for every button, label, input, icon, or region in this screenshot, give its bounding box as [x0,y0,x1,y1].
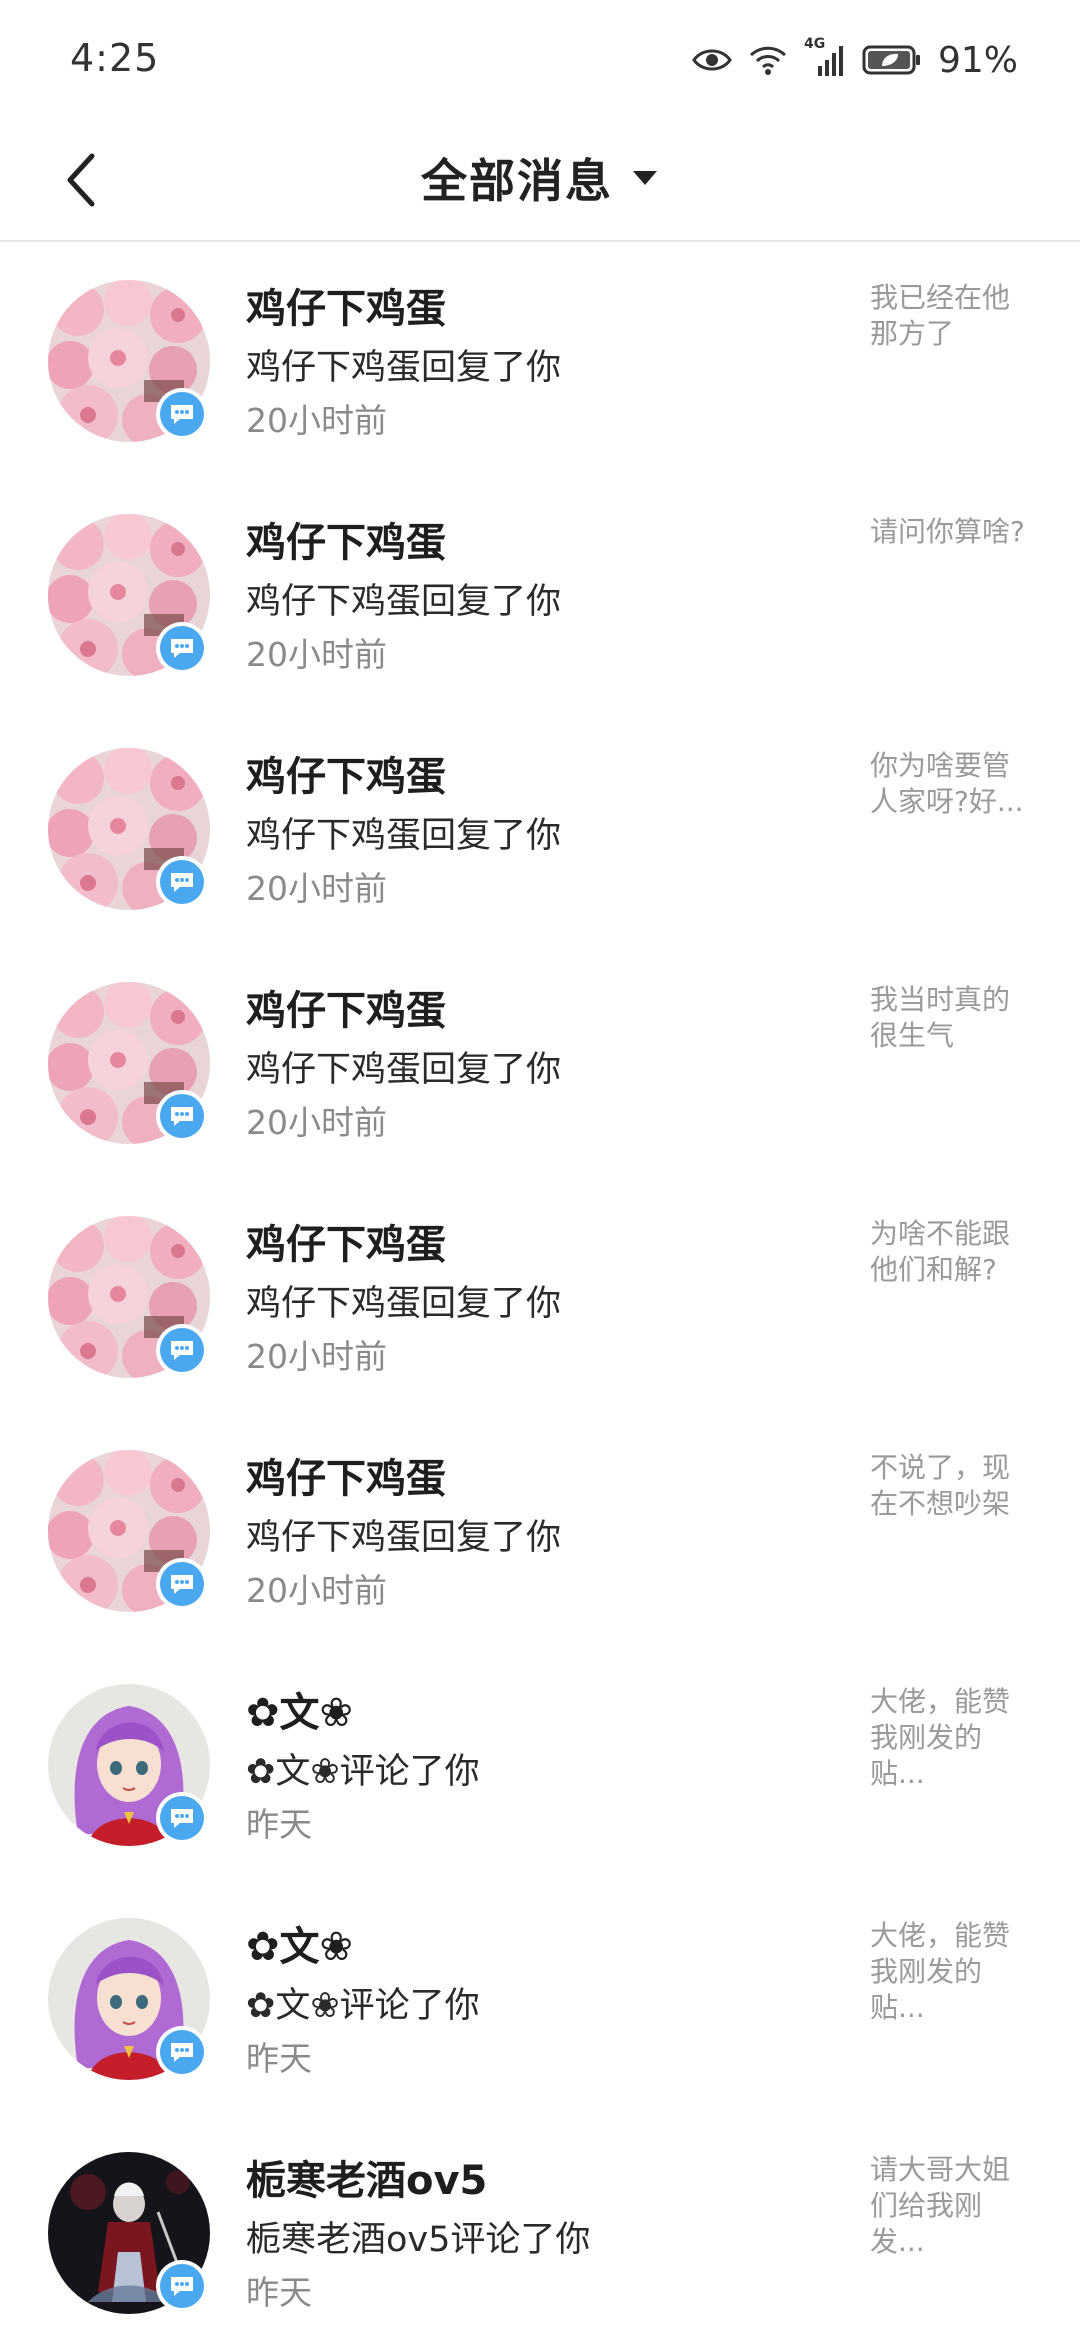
message-time: 20小时前 [246,1337,387,1376]
message-list: 鸡仔下鸡蛋 鸡仔下鸡蛋回复了你 20小时前 我已经在他那方了 鸡仔下鸡蛋 鸡仔下鸡蛋回复… [0,244,1080,2340]
message-item[interactable]: ✿文❀ ✿文❀评论了你 昨天 大佬，能赞我刚发的贴... [0,1648,1080,1882]
chat-bubble-icon [156,622,208,674]
chat-bubble-icon [156,856,208,908]
page-title: 全部消息 [421,154,613,208]
sender-name: ✿文❀ [246,1924,354,1970]
chat-bubble-icon [156,1792,208,1844]
message-item[interactable]: 鸡仔下鸡蛋鸡仔下鸡蛋回复了你 20小时前 我已经在他那方了 [0,244,1080,478]
message-action: 鸡仔下鸡蛋回复了你 [246,1050,562,1090]
sender-name: 鸡仔下鸡蛋 [246,988,446,1034]
status-bar: 4:25 4G 91% [0,0,1080,120]
message-preview: 我已经在他那方了 [870,281,1011,350]
wifi-icon [749,46,786,75]
message-preview: 大佬，能赞我刚发的贴... [870,1685,1011,1790]
caret-down-icon [633,171,657,185]
message-preview: 你为啥要管人家呀?好... [870,749,1024,818]
status-time: 4:25 [70,36,160,80]
message-action: ✿文❀评论了你 [246,1752,480,1792]
sender-name: 鸡仔下鸡蛋 [246,286,446,332]
message-preview: 为啥不能跟他们和解? [870,1217,1011,1286]
sender-name: 鸡仔下鸡蛋 [246,520,446,566]
message-time: 20小时前 [246,401,387,440]
message-time: 昨天 [246,1805,312,1844]
message-action: 鸡仔下鸡蛋回复了你 [246,1284,562,1324]
message-preview: 大佬，能赞我刚发的贴... [870,1919,1011,2024]
message-time: 20小时前 [246,869,387,908]
message-time: 20小时前 [246,1103,387,1142]
message-action: ✿文❀评论了你 [246,1986,480,2026]
message-action: 鸡仔下鸡蛋回复了你 [246,582,562,622]
battery-percent: 91% [937,39,1018,81]
eye-icon [692,49,732,71]
chat-bubble-icon [156,2026,208,2078]
message-time: 昨天 [246,2273,312,2312]
title-dropdown[interactable]: 全部消息 [0,138,1080,218]
message-action: 栀寒老酒ov5评论了你 [246,2220,591,2260]
message-item[interactable]: 鸡仔下鸡蛋鸡仔下鸡蛋回复了你 20小时前 不说了，现在不想吵架 [0,1414,1080,1648]
chat-bubble-icon [156,1324,208,1376]
message-item[interactable]: 鸡仔下鸡蛋鸡仔下鸡蛋回复了你 20小时前 你为啥要管人家呀?好... [0,712,1080,946]
sender-name: 鸡仔下鸡蛋 [246,1456,446,1502]
message-item[interactable]: ✿文❀ ✿文❀评论了你 昨天 大佬，能赞我刚发的贴... [0,1882,1080,2116]
message-item[interactable]: 鸡仔下鸡蛋鸡仔下鸡蛋回复了你 20小时前 请问你算啥? [0,478,1080,712]
message-item[interactable]: 栀寒老酒ov5 栀寒老酒ov5评论了你 昨天 请大哥大姐们给我刚发... [0,2116,1080,2340]
message-preview: 不说了，现在不想吵架 [870,1451,1011,1520]
sender-name: 鸡仔下鸡蛋 [246,754,446,800]
top-app-bar: 全部消息 [0,120,1080,242]
chat-bubble-icon [156,1090,208,1142]
message-action: 鸡仔下鸡蛋回复了你 [246,348,562,388]
message-time: 20小时前 [246,1571,387,1610]
message-time: 昨天 [246,2039,312,2078]
sender-name: 栀寒老酒ov5 [246,2158,488,2204]
sender-name: 鸡仔下鸡蛋 [246,1222,446,1268]
chat-bubble-icon [156,2260,208,2312]
status-icons: 4G 91% [692,36,1018,82]
message-preview: 请问你算啥? [870,515,1025,548]
signal-icon: 4G [804,36,846,78]
chat-bubble-icon [156,1558,208,1610]
message-time: 20小时前 [246,635,387,674]
message-action: 鸡仔下鸡蛋回复了你 [246,816,562,856]
chat-bubble-icon [156,388,208,440]
message-action: 鸡仔下鸡蛋回复了你 [246,1518,562,1558]
message-preview: 我当时真的很生气 [870,983,1011,1052]
sender-name: ✿文❀ [246,1690,354,1736]
message-item[interactable]: 鸡仔下鸡蛋鸡仔下鸡蛋回复了你 20小时前 为啥不能跟他们和解? [0,1180,1080,1414]
battery-icon [862,45,920,75]
message-preview: 请大哥大姐们给我刚发... [870,2153,1011,2258]
message-item[interactable]: 鸡仔下鸡蛋鸡仔下鸡蛋回复了你 20小时前 我当时真的很生气 [0,946,1080,1180]
